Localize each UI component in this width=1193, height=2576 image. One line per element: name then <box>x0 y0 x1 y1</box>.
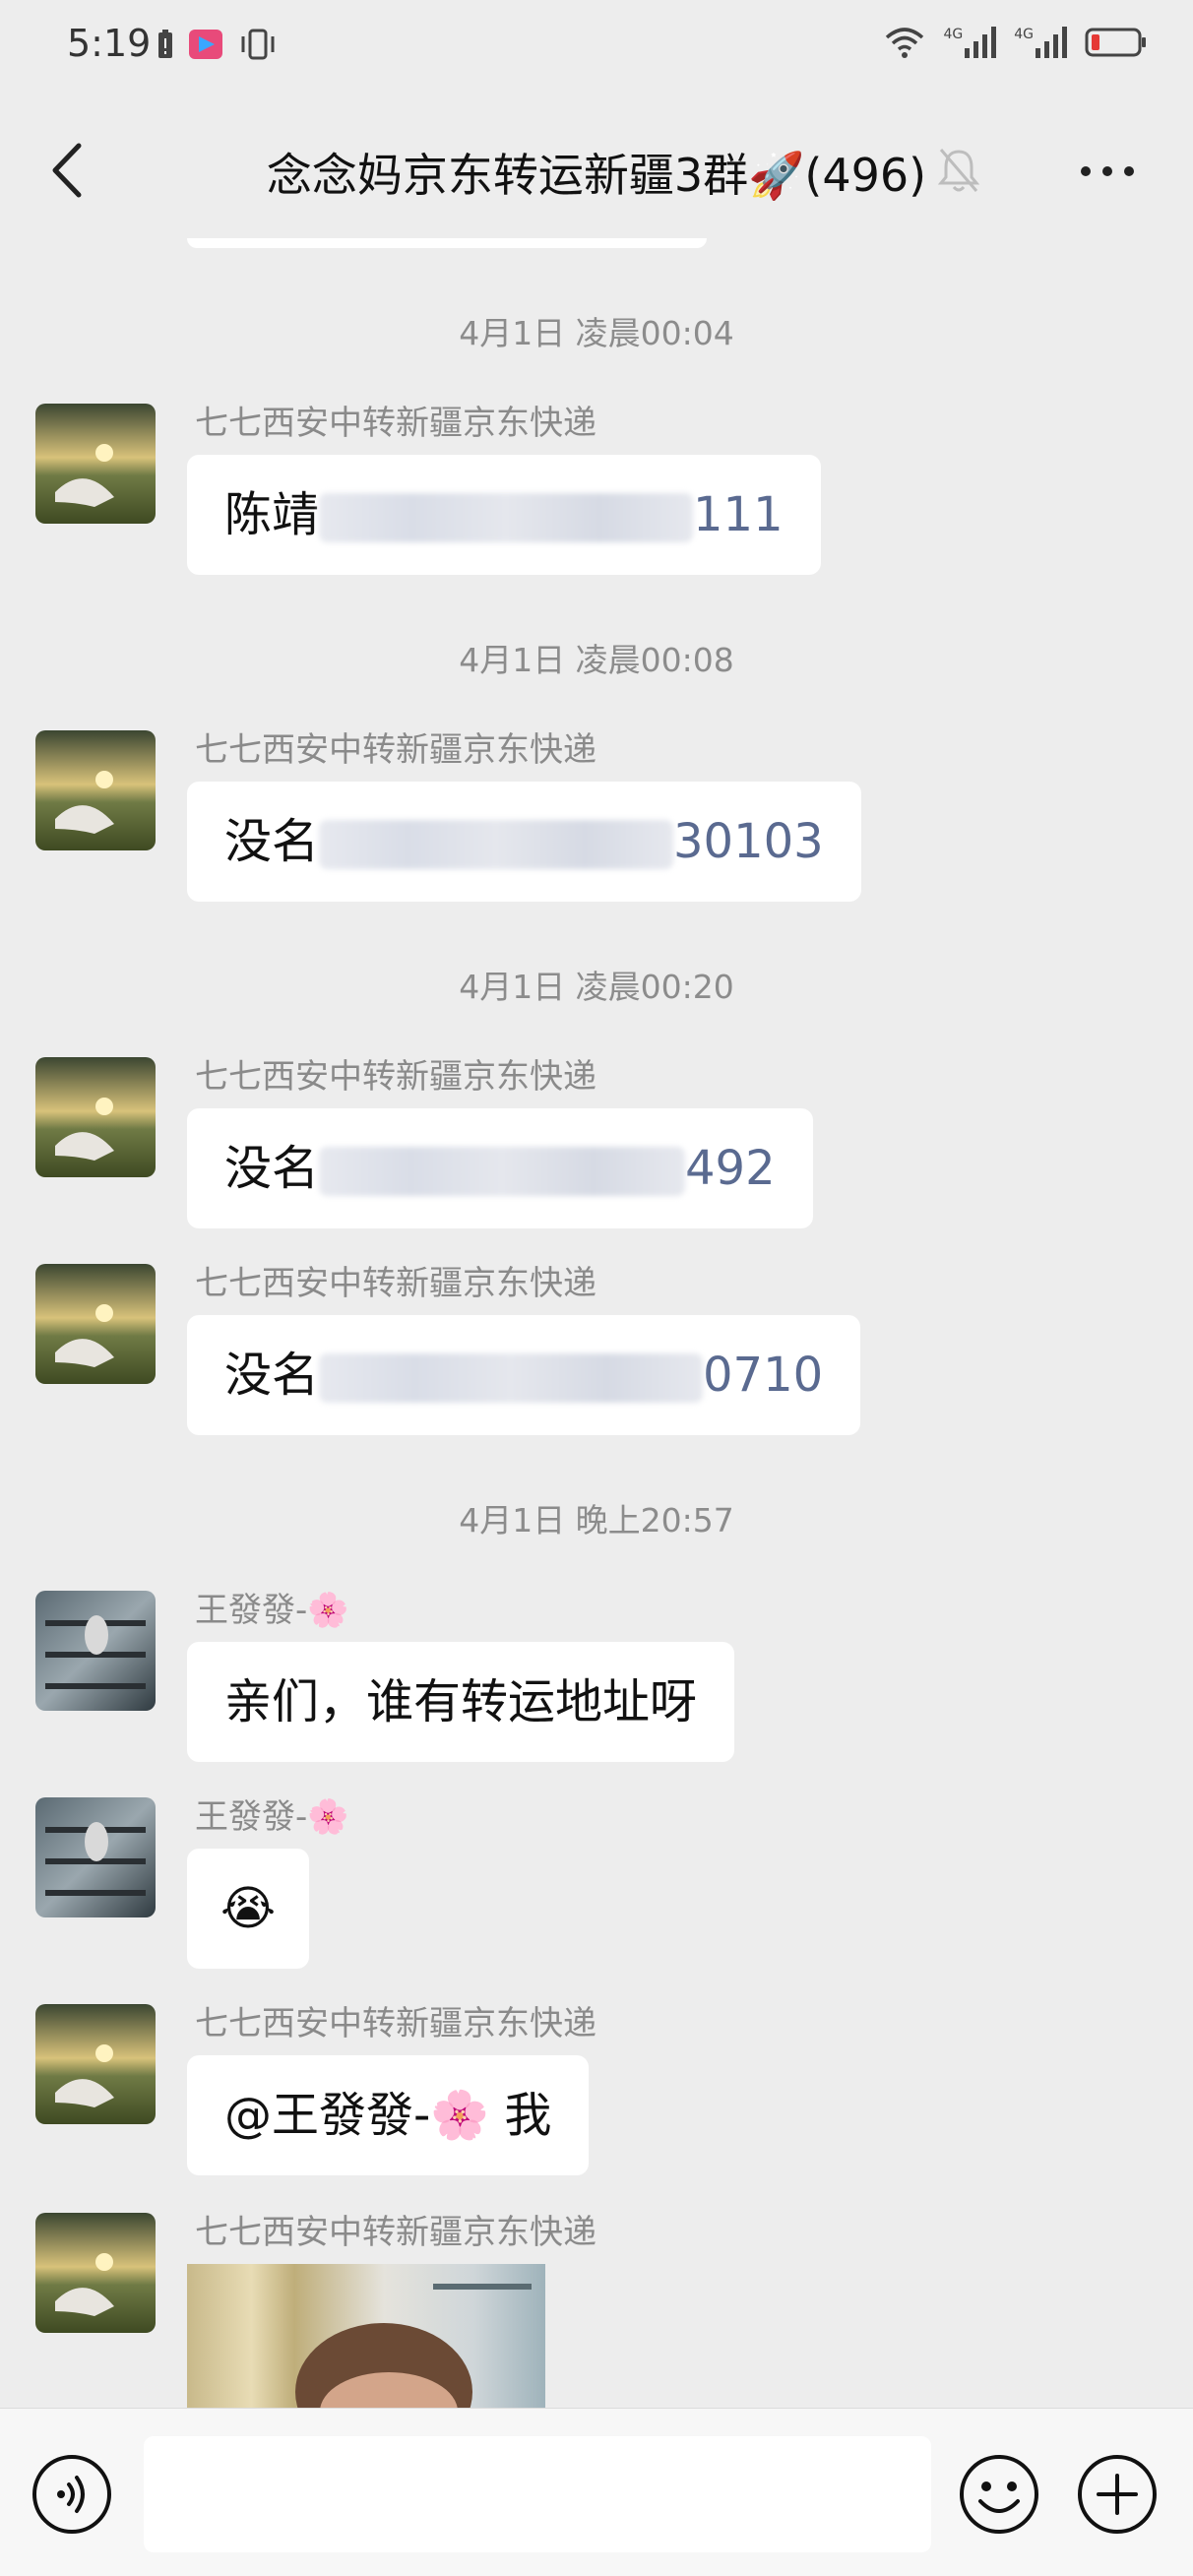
message-text: 亲们，谁有转运地址呀 <box>224 1674 698 1729</box>
more-dots-icon[interactable] <box>1073 142 1142 201</box>
sender-name: 七七西安中转新疆京东快递 <box>195 1264 596 1303</box>
avatar[interactable] <box>35 1057 156 1177</box>
message-bubble[interactable]: 亲们，谁有转运地址呀 <box>187 1642 735 1762</box>
message-text-suffix: 111 <box>693 487 784 542</box>
sender-name: 七七西安中转新疆京东快递 <box>195 404 596 443</box>
chat-header: 念念妈京东转运新疆3群🚀(496) <box>0 98 1193 238</box>
sender-name: 七七西安中转新疆京东快递 <box>195 730 596 770</box>
sender-name: 七七西安中转新疆京东快递 <box>195 2004 596 2043</box>
emoji-icon[interactable] <box>957 2452 1041 2537</box>
image-message[interactable] <box>187 2264 545 2408</box>
network-label-2: 4G <box>1014 27 1034 42</box>
sender-name: 王發發-🌸 <box>195 1797 349 1837</box>
battery-low-icon <box>1085 28 1146 57</box>
message-text: 没名 <box>224 1141 320 1196</box>
status-left-icons <box>157 28 278 61</box>
vibrate-icon <box>241 29 275 60</box>
message-text: 没名 <box>224 814 320 869</box>
message-bubble[interactable]: 没名 0710 <box>187 1315 861 1435</box>
message-bubble[interactable]: 陈靖 111 <box>187 455 821 575</box>
redacted-text <box>319 1147 686 1196</box>
redacted-text <box>319 820 674 869</box>
avatar[interactable] <box>35 1797 156 1917</box>
message-text-suffix: 492 <box>685 1141 776 1196</box>
message-text: 陈靖 <box>224 487 320 542</box>
redacted-text <box>319 493 694 542</box>
message-text-suffix: 30103 <box>673 814 824 869</box>
bell-off-icon <box>937 149 980 192</box>
message-bubble[interactable]: @王發發-🌸 我 <box>187 2055 590 2175</box>
chat-title: 念念妈京东转运新疆3群🚀(496) <box>266 149 927 202</box>
avatar[interactable] <box>35 1591 156 1711</box>
message-text: @王發發-🌸 我 <box>224 2088 552 2143</box>
message-bubble[interactable]: 没名 492 <box>187 1108 813 1228</box>
message-text: 没名 <box>224 1348 320 1403</box>
plus-icon[interactable] <box>1075 2452 1160 2537</box>
signal-bars-icon <box>965 27 997 58</box>
input-bar <box>0 2408 1193 2576</box>
partial-message-bubble <box>187 238 707 248</box>
avatar[interactable] <box>35 730 156 850</box>
status-time: 5:19 <box>67 22 152 65</box>
message-bubble[interactable]: 😭 <box>187 1849 310 1969</box>
message-bubble[interactable]: 没名 30103 <box>187 782 861 902</box>
message-input[interactable] <box>144 2436 931 2552</box>
message-timestamp: 4月1日 凌晨00:08 <box>459 641 734 679</box>
sender-name: 王發發-🌸 <box>195 1591 349 1630</box>
signal-bars-icon <box>1036 27 1067 58</box>
sender-name: 七七西安中转新疆京东快递 <box>195 2213 596 2252</box>
status-right-icons: 4G 4G <box>884 26 1148 59</box>
signal-1: 4G <box>943 27 997 58</box>
message-timestamp: 4月1日 凌晨00:04 <box>459 314 734 352</box>
avatar[interactable] <box>35 2213 156 2333</box>
message-text-suffix: 0710 <box>703 1348 824 1403</box>
signal-2: 4G <box>1014 27 1067 58</box>
status-bar: 5:19 4G 4G <box>0 0 1193 98</box>
message-timestamp: 4月1日 凌晨00:20 <box>459 968 734 1006</box>
wifi-icon <box>886 28 924 58</box>
voice-icon[interactable] <box>30 2452 114 2537</box>
emoji-message: 😭 <box>220 1881 277 1936</box>
chat-area[interactable]: 4月1日 凌晨00:04 七七西安中转新疆京东快递 陈靖 111 4月1日 凌晨0… <box>0 238 1193 2408</box>
message-timestamp: 4月1日 晚上20:57 <box>459 1501 734 1539</box>
sender-name: 七七西安中转新疆京东快递 <box>195 1057 596 1097</box>
battery-alert-icon <box>158 30 172 58</box>
redacted-text <box>319 1353 704 1403</box>
avatar[interactable] <box>35 404 156 524</box>
app-notification-icon <box>189 30 222 59</box>
network-label-1: 4G <box>943 27 964 42</box>
avatar[interactable] <box>35 2004 156 2124</box>
avatar[interactable] <box>35 1264 156 1384</box>
